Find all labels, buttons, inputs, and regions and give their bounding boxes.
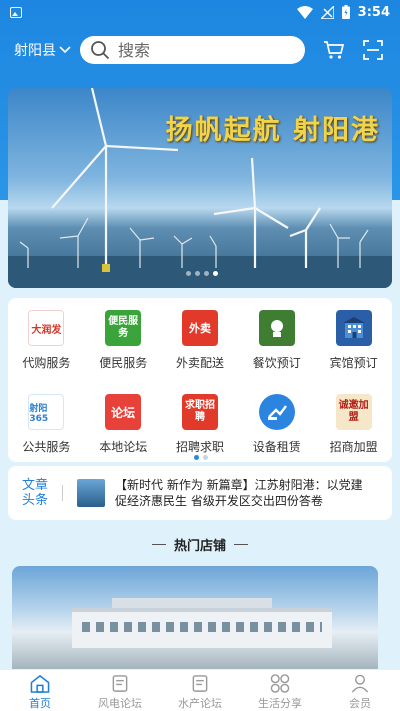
headline-news[interactable]: 文章头条 【新时代 新作为 新篇章】江苏射阳港：以党建促经济惠民生 省级开发区交… bbox=[8, 466, 392, 520]
pager-dot[interactable] bbox=[203, 455, 208, 460]
banner-dot[interactable] bbox=[186, 271, 191, 276]
luntan-icon: 论坛 bbox=[105, 394, 142, 430]
bianmin-icon: 便民服务 bbox=[105, 310, 142, 346]
banner-dot-active[interactable] bbox=[213, 271, 218, 276]
home-icon bbox=[30, 674, 50, 693]
service-hotel[interactable]: 宾馆预订 bbox=[315, 308, 392, 392]
search-input[interactable] bbox=[118, 40, 268, 60]
tab-member[interactable]: 会员 bbox=[320, 670, 400, 711]
headline-thumbnail bbox=[77, 479, 105, 507]
top-header: 射阳县 bbox=[0, 30, 400, 70]
service-label: 代购服务 bbox=[22, 356, 71, 370]
service-bianmin[interactable]: 便民服务 便民服务 bbox=[85, 308, 162, 392]
tab-label: 会员 bbox=[349, 697, 371, 710]
bottom-tab-bar: 首页 风电论坛 水产论坛 生活分享 会员 bbox=[0, 669, 400, 711]
service-zhaoshang[interactable]: 诚邀加盟 招商加盟 bbox=[315, 392, 392, 476]
building-windows bbox=[82, 622, 322, 632]
service-grid: 大润发 代购服务 便民服务 便民服务 外卖 外卖配送 餐饮预订 宾馆预订 射阳3… bbox=[8, 298, 392, 462]
tab-wind-forum[interactable]: 风电论坛 bbox=[80, 670, 160, 711]
service-label: 设备租赁 bbox=[252, 440, 301, 454]
service-label: 本地论坛 bbox=[99, 440, 148, 454]
city-selector[interactable]: 射阳县 bbox=[14, 40, 80, 60]
waimai-icon: 外卖 bbox=[181, 310, 218, 346]
status-bar: 3:54 bbox=[0, 0, 400, 24]
daigou-icon: 大润发 bbox=[28, 310, 65, 346]
service-gonggong[interactable]: 射阳365 公共服务 bbox=[8, 392, 85, 476]
tab-label: 风电论坛 bbox=[98, 697, 142, 710]
service-label: 公共服务 bbox=[22, 440, 71, 454]
divider bbox=[151, 544, 166, 545]
battery-icon bbox=[341, 5, 350, 19]
forum-icon bbox=[192, 675, 208, 692]
tab-home[interactable]: 首页 bbox=[0, 670, 80, 711]
service-label: 招聘求职 bbox=[175, 440, 224, 454]
tab-aquatic-forum[interactable]: 水产论坛 bbox=[160, 670, 240, 711]
service-waimai[interactable]: 外卖 外卖配送 bbox=[162, 308, 239, 392]
tab-label: 首页 bbox=[29, 697, 51, 710]
clock: 3:54 bbox=[357, 4, 390, 20]
tab-label: 生活分享 bbox=[258, 697, 302, 710]
service-label: 便民服务 bbox=[99, 356, 148, 370]
zulin-icon bbox=[258, 394, 295, 430]
shop-card-image[interactable] bbox=[12, 566, 378, 676]
tab-label: 水产论坛 bbox=[178, 697, 222, 710]
canyin-icon bbox=[258, 310, 295, 346]
forum-icon bbox=[112, 675, 128, 692]
zhaoshang-icon: 诚邀加盟 bbox=[335, 394, 372, 430]
banner-carousel[interactable]: 扬帆起航 射阳港 bbox=[8, 88, 392, 288]
banner-title: 扬帆起航 射阳港 bbox=[165, 115, 380, 146]
service-zulin[interactable]: 设备租赁 bbox=[238, 392, 315, 476]
service-label: 外卖配送 bbox=[175, 356, 224, 370]
service-daigou[interactable]: 大润发 代购服务 bbox=[8, 308, 85, 392]
user-icon bbox=[351, 674, 369, 693]
service-luntan[interactable]: 论坛 本地论坛 bbox=[85, 392, 162, 476]
banner-dot[interactable] bbox=[195, 271, 200, 276]
headline-text: 【新时代 新作为 新篇章】江苏射阳港：以党建促经济惠民生 省级开发区交出四份答卷 bbox=[115, 478, 363, 508]
hot-shops-section: 热门店铺 bbox=[0, 535, 400, 554]
service-canyin[interactable]: 餐饮预订 bbox=[238, 308, 315, 392]
service-zhaopin[interactable]: 求职招聘 招聘求职 bbox=[162, 392, 239, 476]
wifi-icon bbox=[296, 5, 313, 19]
service-pager bbox=[194, 455, 208, 460]
image-notification-icon bbox=[10, 6, 22, 18]
zhaopin-icon: 求职招聘 bbox=[181, 394, 218, 430]
scan-icon[interactable] bbox=[363, 40, 383, 60]
service-label: 招商加盟 bbox=[329, 440, 378, 454]
hotel-icon bbox=[335, 310, 372, 346]
pager-dot-active[interactable] bbox=[194, 455, 199, 460]
gonggong-icon: 射阳365 bbox=[28, 394, 65, 430]
search-icon bbox=[91, 41, 110, 60]
chevron-down-icon bbox=[59, 46, 71, 54]
section-title: 热门店铺 bbox=[173, 539, 226, 554]
grid-icon bbox=[270, 674, 290, 693]
divider bbox=[234, 544, 248, 545]
divider bbox=[62, 485, 63, 501]
banner-dot[interactable] bbox=[204, 271, 209, 276]
tab-life-share[interactable]: 生活分享 bbox=[240, 670, 320, 711]
search-box[interactable] bbox=[80, 36, 305, 64]
service-label: 餐饮预订 bbox=[252, 356, 301, 370]
signal-icon bbox=[320, 5, 334, 19]
city-label: 射阳县 bbox=[14, 43, 56, 59]
cart-icon[interactable] bbox=[323, 40, 345, 60]
service-label: 宾馆预订 bbox=[329, 356, 378, 370]
banner-dots bbox=[186, 271, 218, 276]
headline-tag: 文章头条 bbox=[21, 478, 48, 508]
